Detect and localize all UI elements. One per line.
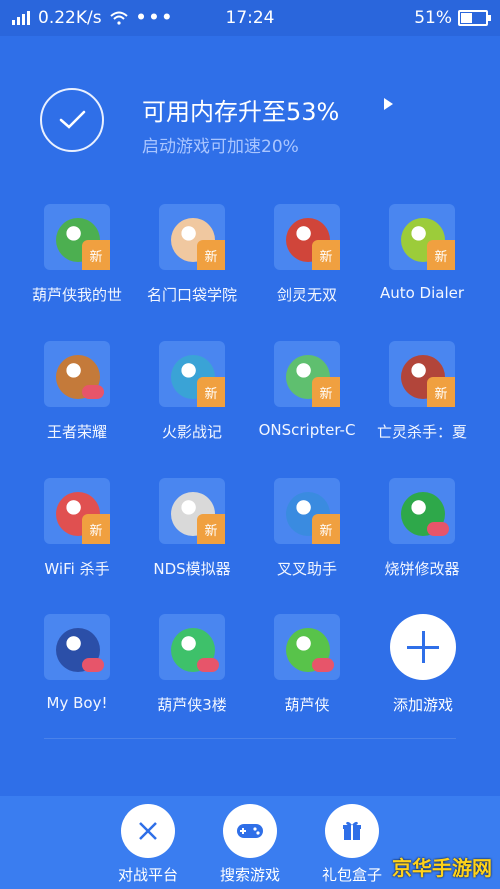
- status-bar: 0.22K/s ••• 17:24 51%: [0, 0, 500, 36]
- app-label: 葫芦侠: [284, 696, 330, 714]
- app-label: 名门口袋学院: [146, 286, 237, 304]
- bottom-nav: 对战平台 搜索游戏 礼包盒子 京华手游网: [0, 796, 500, 889]
- app-tile[interactable]: 烧饼修改器: [361, 478, 476, 596]
- gift-icon: [325, 804, 379, 858]
- app-label: 火影战记: [161, 423, 222, 441]
- app-tile[interactable]: 新 NDS模拟器: [131, 478, 246, 596]
- new-badge: 新: [427, 377, 455, 407]
- app-tile[interactable]: 新 WiFi 杀手: [16, 478, 131, 596]
- bottom-nav-battle[interactable]: 对战平台: [98, 804, 198, 885]
- bottom-nav-label: 对战平台: [117, 866, 178, 884]
- app-label: 葫芦侠我的世: [31, 286, 122, 304]
- new-badge: 新: [197, 514, 225, 544]
- new-badge: 新: [427, 240, 455, 270]
- app-tile[interactable]: 新剑灵无双: [246, 204, 361, 322]
- app-label: Auto Dialer: [379, 284, 465, 302]
- add-game-button[interactable]: [390, 614, 456, 680]
- add-game-label: 添加游戏: [392, 696, 453, 714]
- new-badge: 新: [82, 240, 110, 270]
- app-tile[interactable]: 新叉叉助手: [246, 478, 361, 596]
- watermark: 京华手游网: [392, 856, 492, 880]
- app-label: 王者荣耀: [46, 423, 107, 441]
- cloud-icon: [427, 522, 449, 536]
- boost-banner[interactable]: 可用内存升至53% 启动游戏可加速20%: [40, 86, 460, 166]
- app-label: 剑灵无双: [276, 286, 337, 304]
- app-tile[interactable]: 新葫芦侠我的世: [16, 204, 131, 322]
- new-badge: 新: [312, 514, 340, 544]
- bottom-nav-label: 礼包盒子: [321, 866, 382, 884]
- new-badge: 新: [197, 377, 225, 407]
- app-label: ONScripter-C: [258, 421, 356, 439]
- app-tile[interactable]: 葫芦侠3楼: [131, 614, 246, 732]
- app-label: 叉叉助手: [276, 560, 337, 578]
- app-tile[interactable]: 葫芦侠: [246, 614, 361, 732]
- app-label: 葫芦侠3楼: [157, 696, 227, 714]
- bottom-nav-label: 搜索游戏: [219, 866, 280, 884]
- cloud-icon: [82, 658, 104, 672]
- cloud-icon: [197, 658, 219, 672]
- app-label: 亡灵杀手：夏: [376, 423, 467, 441]
- app-tile[interactable]: My Boy!: [16, 614, 131, 732]
- checkmark-icon: [40, 88, 104, 152]
- app-tile[interactable]: 新名门口袋学院: [131, 204, 246, 322]
- app-label: 烧饼修改器: [384, 560, 460, 578]
- boost-subtitle: 启动游戏可加速20%: [142, 137, 299, 157]
- app-tile[interactable]: 新 ONScripter-C: [246, 341, 361, 459]
- new-badge: 新: [312, 377, 340, 407]
- app-label: My Boy!: [46, 694, 108, 712]
- cloud-icon: [82, 385, 104, 399]
- gamepad-icon: [223, 804, 277, 858]
- bottom-nav-gift[interactable]: 礼包盒子: [302, 804, 402, 885]
- crossed-swords-icon: [121, 804, 175, 858]
- divider: [44, 738, 456, 739]
- app-tile[interactable]: 新 Auto Dialer: [361, 204, 476, 322]
- new-badge: 新: [197, 240, 225, 270]
- new-badge: 新: [312, 240, 340, 270]
- play-arrow-icon: [384, 98, 393, 110]
- new-badge: 新: [82, 514, 110, 544]
- battery-percent: 51%: [414, 8, 452, 28]
- app-tile[interactable]: 新亡灵杀手：夏: [361, 341, 476, 459]
- cloud-icon: [312, 658, 334, 672]
- boost-title: 可用内存升至53%: [142, 98, 340, 126]
- battery-icon: [458, 10, 491, 26]
- bottom-nav-search[interactable]: 搜索游戏: [200, 804, 300, 885]
- app-label: WiFi 杀手: [44, 560, 110, 578]
- app-label: NDS模拟器: [153, 560, 231, 578]
- app-tile[interactable]: 王者荣耀: [16, 341, 131, 459]
- app-tile[interactable]: 新火影战记: [131, 341, 246, 459]
